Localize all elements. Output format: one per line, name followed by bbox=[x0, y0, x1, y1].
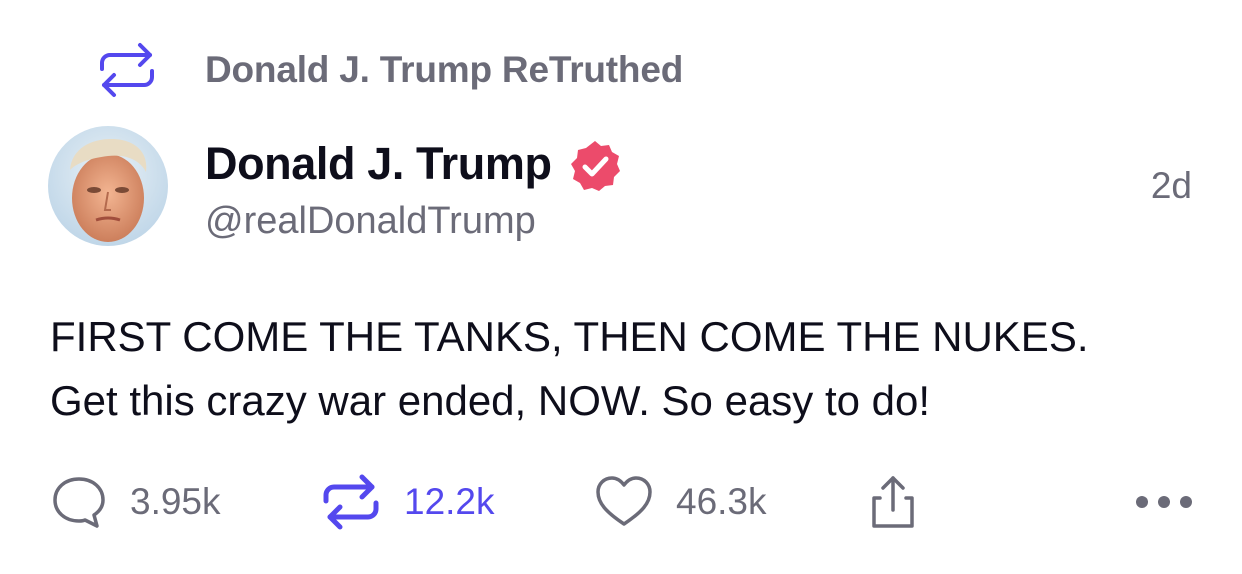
heart-icon bbox=[596, 476, 652, 526]
post-line: Get this crazy war ended, NOW. So easy t… bbox=[50, 377, 931, 424]
avatar[interactable] bbox=[48, 126, 168, 246]
retruth-count: 12.2k bbox=[404, 481, 495, 522]
display-name[interactable]: Donald J. Trump bbox=[205, 138, 552, 190]
timestamp[interactable]: 2d bbox=[1151, 165, 1192, 207]
retruth-label[interactable]: Donald J. Trump ReTruthed bbox=[205, 49, 683, 91]
post-line: FIRST COME THE TANKS, THEN COME THE NUKE… bbox=[50, 313, 1089, 360]
retruth-button[interactable]: 12.2k bbox=[320, 470, 495, 534]
like-button[interactable]: 46.3k bbox=[594, 470, 767, 534]
avatar-photo bbox=[48, 126, 168, 246]
action-bar: 3.95k 12.2k 46.3k bbox=[0, 470, 1242, 534]
author-handle[interactable]: @realDonaldTrump bbox=[205, 200, 536, 243]
retruth-action-icon bbox=[323, 474, 379, 530]
share-button[interactable] bbox=[866, 470, 920, 534]
retruth-icon bbox=[100, 43, 154, 97]
reply-icon bbox=[53, 477, 105, 528]
reply-button[interactable]: 3.95k bbox=[50, 470, 221, 534]
like-count: 46.3k bbox=[676, 481, 767, 522]
more-icon bbox=[1136, 496, 1192, 508]
post-body: FIRST COME THE TANKS, THEN COME THE NUKE… bbox=[50, 305, 1200, 433]
share-icon bbox=[872, 476, 914, 528]
reply-count: 3.95k bbox=[130, 481, 221, 522]
verified-badge-icon bbox=[571, 141, 620, 191]
retruth-header bbox=[96, 38, 158, 102]
more-options-button[interactable] bbox=[1134, 470, 1194, 534]
